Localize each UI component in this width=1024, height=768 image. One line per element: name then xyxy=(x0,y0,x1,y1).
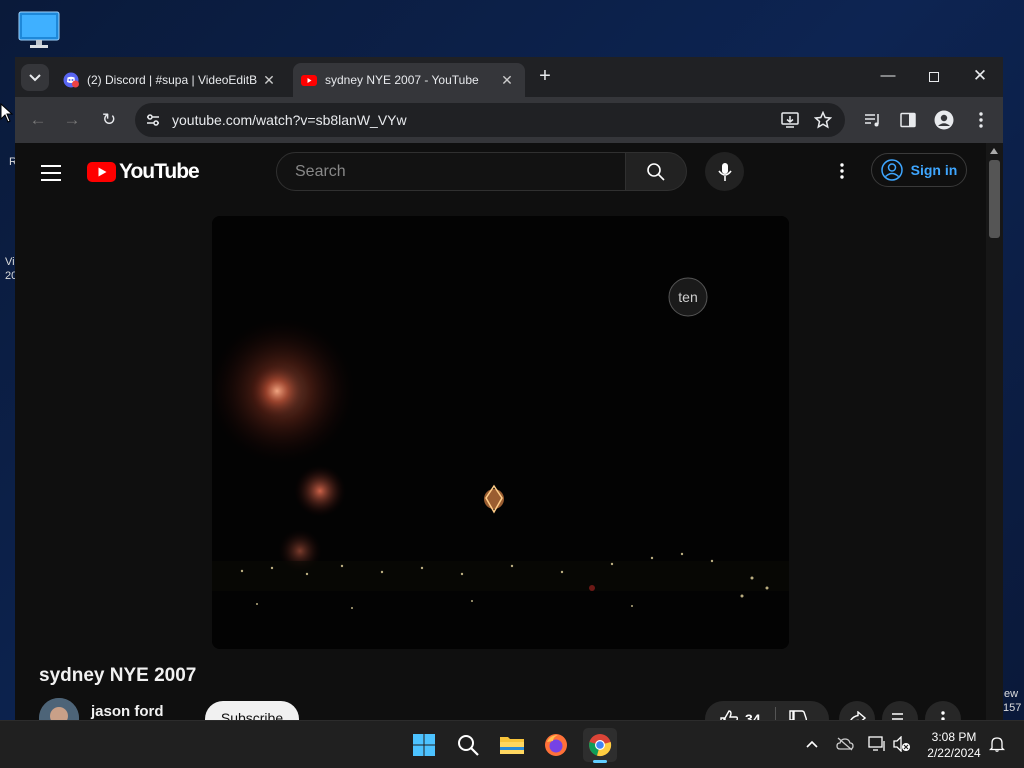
network-button[interactable] xyxy=(868,735,886,753)
avatar[interactable] xyxy=(39,698,79,720)
start-button[interactable] xyxy=(407,728,441,762)
search-box[interactable] xyxy=(276,152,627,191)
search-icon xyxy=(647,162,665,181)
tab-title: (2) Discord | #supa | VideoEditB xyxy=(87,73,258,87)
channel-watermark: ten xyxy=(678,289,697,305)
clock-date: 2/22/2024 xyxy=(927,746,981,760)
thumbs-up-icon[interactable] xyxy=(719,709,739,720)
more-vertical-icon xyxy=(840,163,844,179)
video-player[interactable]: ten xyxy=(212,216,789,649)
desktop-text-fragment: 157 xyxy=(1003,702,1022,714)
discord-icon xyxy=(63,72,79,88)
desktop-text-fragment: ew xyxy=(1004,688,1019,700)
close-tab-icon[interactable]: ✕ xyxy=(261,72,277,88)
voice-search-button[interactable] xyxy=(705,152,744,191)
site-settings-icon[interactable] xyxy=(145,112,161,128)
desktop-text-fragment: Vi xyxy=(5,256,15,268)
browser-menu-icon[interactable] xyxy=(970,109,992,131)
tab-strip: (2) Discord | #supa | VideoEditB ✕ sydne… xyxy=(15,57,1003,97)
media-controls-icon[interactable] xyxy=(862,109,884,131)
chrome-button[interactable] xyxy=(583,728,617,763)
bell-icon xyxy=(989,737,1005,752)
notifications-button[interactable] xyxy=(988,735,1006,753)
onedrive-button[interactable] xyxy=(836,735,854,753)
tab-youtube[interactable]: sydney NYE 2007 - YouTube ✕ xyxy=(293,63,525,97)
sign-in-label: Sign in xyxy=(910,162,958,178)
playlist-add-icon xyxy=(892,713,903,720)
share-icon xyxy=(850,711,866,720)
bookmark-star-icon[interactable] xyxy=(814,111,832,129)
active-app-indicator xyxy=(593,760,607,763)
youtube-icon xyxy=(301,75,317,86)
account-circle-icon xyxy=(880,159,903,181)
reload-button[interactable]: ↻ xyxy=(98,109,120,131)
new-tab-button[interactable]: + xyxy=(535,66,555,87)
subscribe-button[interactable]: Subscribe xyxy=(205,701,299,720)
scrollbar-thumb[interactable] xyxy=(989,160,1000,238)
taskbar-clock[interactable]: 3:08 PM 2/22/2024 xyxy=(918,729,990,761)
maximize-icon xyxy=(929,72,939,82)
volume-button[interactable] xyxy=(893,735,911,753)
more-vertical-icon xyxy=(941,711,945,720)
save-to-playlist-button[interactable] xyxy=(882,701,918,720)
mouse-cursor-icon xyxy=(0,103,14,123)
settings-menu-button[interactable] xyxy=(832,161,852,181)
start-icon xyxy=(413,734,435,756)
youtube-play-logo-icon xyxy=(87,162,116,182)
minimize-button[interactable]: — xyxy=(865,63,911,91)
forward-button[interactable]: → xyxy=(61,109,83,131)
search-input[interactable] xyxy=(293,162,607,182)
channel-name[interactable]: jason ford xyxy=(91,703,164,720)
video-frame-fireworks: ten xyxy=(212,216,789,649)
file-explorer-icon xyxy=(500,737,524,754)
tab-title: sydney NYE 2007 - YouTube xyxy=(325,73,479,87)
this-pc-desktop-icon[interactable] xyxy=(18,10,60,50)
url-text: youtube.com/watch?v=sb8lanW_VYw xyxy=(172,112,407,128)
chevron-down-icon xyxy=(29,73,41,81)
firefox-icon xyxy=(545,734,567,756)
search-icon xyxy=(458,735,479,756)
show-hidden-icons-button[interactable] xyxy=(803,735,821,753)
search-button[interactable] xyxy=(625,152,687,191)
back-button[interactable]: ← xyxy=(27,109,49,131)
like-count: 34 xyxy=(745,711,761,720)
youtube-wordmark: YouTube xyxy=(119,160,200,183)
tab-search-button[interactable] xyxy=(21,64,49,91)
maximize-button[interactable] xyxy=(911,63,957,91)
network-icon xyxy=(868,736,885,751)
file-explorer-button[interactable] xyxy=(495,728,529,762)
volume-muted-icon xyxy=(893,736,910,752)
scroll-up-arrow[interactable] xyxy=(990,148,998,154)
microphone-icon xyxy=(717,162,732,181)
taskbar-search-button[interactable] xyxy=(451,728,485,762)
browser-window: (2) Discord | #supa | VideoEditB ✕ sydne… xyxy=(15,57,1003,720)
youtube-logo[interactable]: YouTube xyxy=(87,160,200,184)
browser-toolbar: ← → ↻ youtube.com/watch?v=sb8lanW_VYw xyxy=(15,97,1003,143)
chevron-up-icon xyxy=(806,740,818,748)
like-dislike-bar: 34 xyxy=(705,701,829,720)
tab-discord[interactable]: (2) Discord | #supa | VideoEditB ✕ xyxy=(55,63,287,97)
share-button[interactable] xyxy=(839,701,875,720)
close-window-button[interactable]: ✕ xyxy=(957,63,1003,91)
windows-taskbar: 3:08 PM 2/22/2024 xyxy=(0,720,1024,768)
firefox-button[interactable] xyxy=(539,728,573,762)
close-tab-icon[interactable]: ✕ xyxy=(499,72,515,88)
guide-menu-button[interactable] xyxy=(41,165,61,181)
clock-time: 3:08 PM xyxy=(931,730,977,744)
profile-icon[interactable] xyxy=(933,109,955,131)
install-app-icon[interactable] xyxy=(781,111,799,129)
thumbs-down-icon[interactable] xyxy=(788,709,808,720)
address-bar[interactable]: youtube.com/watch?v=sb8lanW_VYw xyxy=(135,103,845,137)
side-panel-icon[interactable] xyxy=(897,109,919,131)
video-title: sydney NYE 2007 xyxy=(39,665,197,686)
chrome-icon xyxy=(589,734,612,757)
sign-in-button[interactable]: Sign in xyxy=(871,153,967,187)
cloud-offline-icon xyxy=(836,737,854,751)
youtube-page: YouTube Sign in xyxy=(15,143,1003,720)
page-scrollbar[interactable] xyxy=(986,143,1003,720)
more-actions-button[interactable] xyxy=(925,701,961,720)
